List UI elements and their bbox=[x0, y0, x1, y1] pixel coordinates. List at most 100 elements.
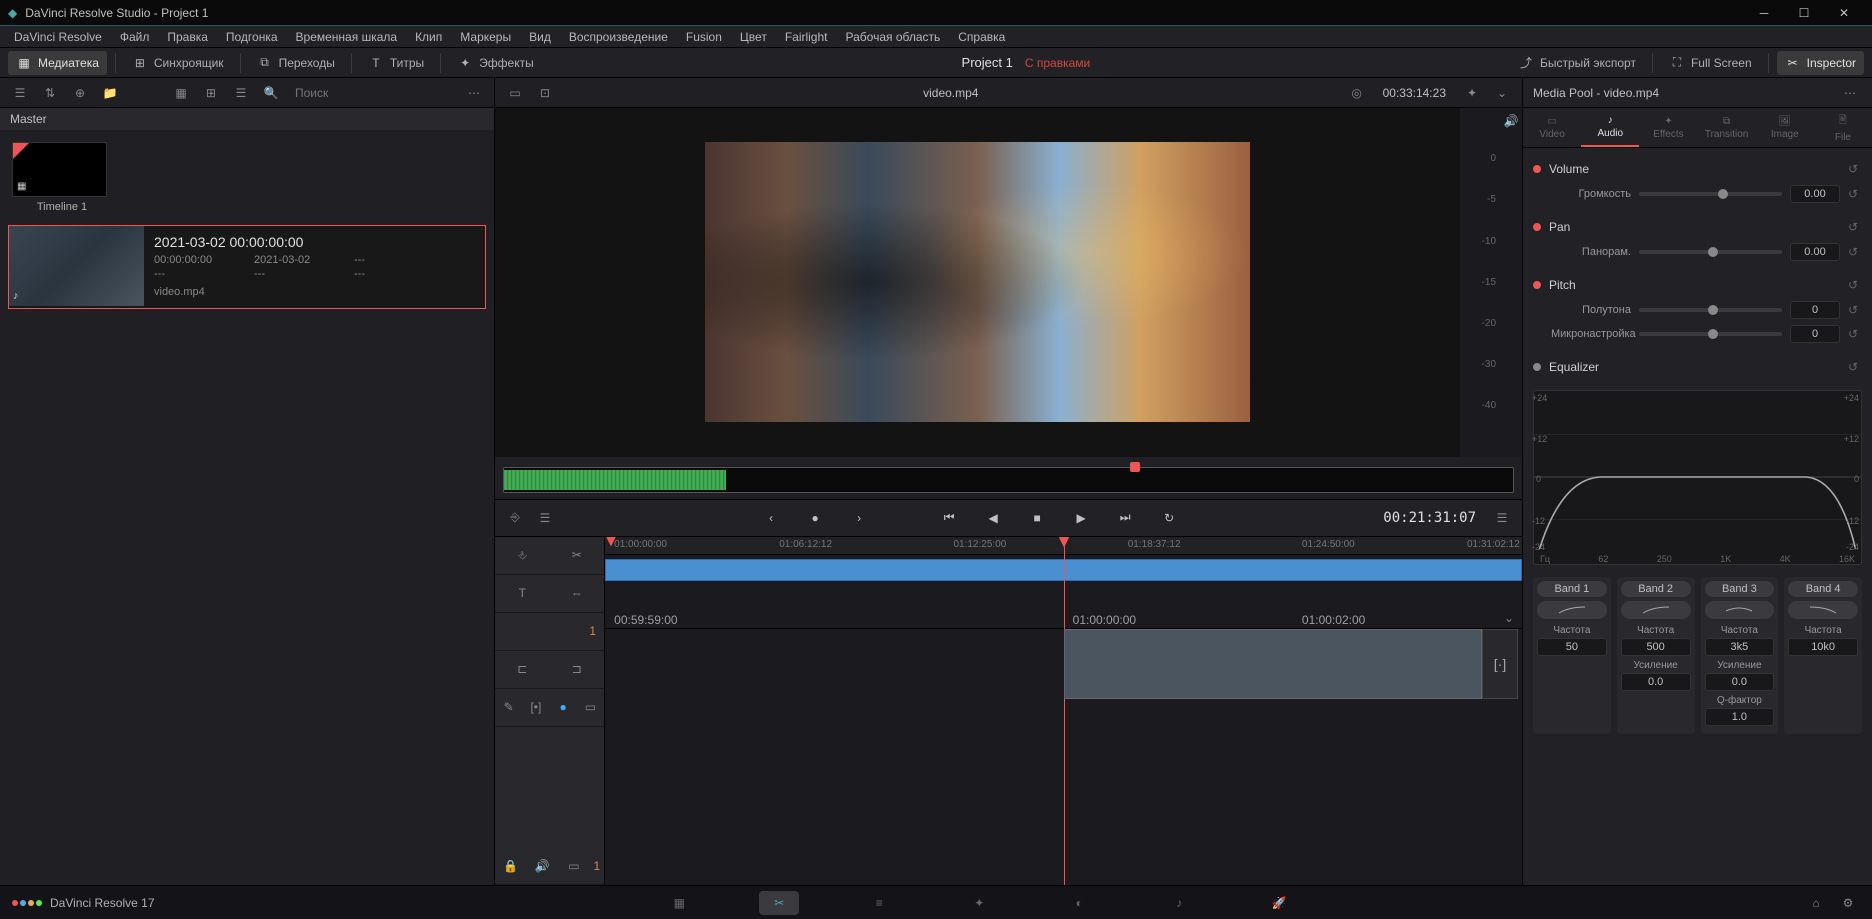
transport-menu-icon[interactable]: ☰ bbox=[1490, 506, 1514, 530]
eq-reset-icon[interactable]: ↺ bbox=[1848, 360, 1862, 374]
settings-gear-icon[interactable]: ⚙ bbox=[1836, 891, 1860, 915]
tab-image[interactable]: 🖼Image bbox=[1756, 108, 1814, 147]
sync-bin-button[interactable]: ⊞ Синхроящик bbox=[124, 51, 232, 75]
pan-value-reset-icon[interactable]: ↺ bbox=[1848, 245, 1862, 259]
menu-edit[interactable]: Правка bbox=[159, 28, 216, 46]
semitone-slider[interactable] bbox=[1639, 308, 1782, 312]
band3-freq[interactable]: 3k5 bbox=[1705, 638, 1775, 656]
page-media[interactable]: ▦ bbox=[659, 891, 699, 915]
menu-timeline[interactable]: Временная шкала bbox=[288, 28, 406, 46]
play-button[interactable]: ▶ bbox=[1067, 504, 1095, 532]
band1-shape-select[interactable] bbox=[1537, 601, 1607, 619]
viewer-mode-icon[interactable]: ▭ bbox=[503, 81, 527, 105]
clip-item[interactable]: ♪ 2021-03-02 00:00:00:00 00:00:00:00 202… bbox=[8, 225, 486, 309]
viewer-zoom-icon[interactable]: ⊡ bbox=[533, 81, 557, 105]
marker-tool-icon[interactable]: ✎ bbox=[497, 695, 521, 719]
eq-enable-dot[interactable] bbox=[1533, 363, 1541, 371]
band3-title[interactable]: Band 3 bbox=[1705, 581, 1775, 597]
timeline-clip[interactable] bbox=[1064, 629, 1483, 699]
pitch-enable-dot[interactable] bbox=[1533, 281, 1541, 289]
page-fusion[interactable]: ✦ bbox=[959, 891, 999, 915]
tab-video[interactable]: ▭Video bbox=[1523, 108, 1581, 147]
menu-playback[interactable]: Воспроизведение bbox=[561, 28, 676, 46]
thumbnail-view-icon[interactable]: ▦ bbox=[169, 81, 193, 105]
home-icon[interactable]: ⌂ bbox=[1804, 891, 1828, 915]
close-button[interactable]: ✕ bbox=[1824, 0, 1864, 26]
list-view-icon[interactable]: ☰ bbox=[8, 81, 32, 105]
expand-icon[interactable]: ⌄ bbox=[1504, 611, 1514, 625]
menu-davinci[interactable]: DaVinci Resolve bbox=[6, 28, 110, 46]
pan-reset-icon[interactable]: ↺ bbox=[1848, 220, 1862, 234]
band2-shape-select[interactable] bbox=[1621, 601, 1691, 619]
text-tool-icon[interactable]: T bbox=[510, 581, 534, 605]
smart-insert-icon[interactable]: ⎀ bbox=[510, 543, 534, 567]
goto-start-button[interactable]: ⏮ bbox=[935, 504, 963, 532]
band3-q[interactable]: 1.0 bbox=[1705, 708, 1775, 726]
micro-slider[interactable] bbox=[1639, 332, 1782, 336]
tab-effects[interactable]: ✦Effects bbox=[1639, 108, 1697, 147]
band2-freq[interactable]: 500 bbox=[1621, 638, 1691, 656]
page-edit[interactable]: ≡ bbox=[859, 891, 899, 915]
menu-view[interactable]: Вид bbox=[521, 28, 559, 46]
monitor-icon[interactable]: ▭ bbox=[562, 854, 586, 878]
record-icon[interactable]: ▭ bbox=[578, 695, 602, 719]
menu-workspace[interactable]: Рабочая область bbox=[838, 28, 949, 46]
tab-audio[interactable]: ♪Audio bbox=[1581, 108, 1639, 147]
band2-gain[interactable]: 0.0 bbox=[1621, 673, 1691, 691]
link-icon[interactable]: ⊐ bbox=[565, 657, 589, 681]
band4-freq[interactable]: 10k0 bbox=[1788, 638, 1858, 656]
options-icon[interactable]: ⋯ bbox=[462, 81, 486, 105]
safe-area-icon[interactable]: ◎ bbox=[1345, 81, 1369, 105]
page-cut[interactable]: ✂ bbox=[759, 891, 799, 915]
semitone-value[interactable] bbox=[1790, 301, 1840, 319]
playhead[interactable] bbox=[1064, 537, 1065, 886]
stop-button[interactable]: ■ bbox=[1023, 504, 1051, 532]
titles-button[interactable]: T Титры bbox=[360, 51, 432, 75]
import-icon[interactable]: ⊕ bbox=[68, 81, 92, 105]
loudness-value[interactable] bbox=[1790, 185, 1840, 203]
clip-transition-icon[interactable]: [·] bbox=[1482, 629, 1518, 699]
effects-button[interactable]: ✦ Эффекты bbox=[449, 51, 542, 75]
nav-right-icon[interactable]: › bbox=[845, 504, 873, 532]
viewer-canvas[interactable] bbox=[495, 108, 1460, 457]
pan-slider[interactable] bbox=[1639, 250, 1782, 254]
band3-shape-select[interactable] bbox=[1705, 601, 1775, 619]
nav-left-icon[interactable]: ‹ bbox=[757, 504, 785, 532]
page-color[interactable]: ◐ bbox=[1059, 891, 1099, 915]
band4-shape-select[interactable] bbox=[1788, 601, 1858, 619]
micro-value[interactable] bbox=[1790, 325, 1840, 343]
volume-enable-dot[interactable] bbox=[1533, 165, 1541, 173]
speaker-icon[interactable]: 🔊 bbox=[1504, 114, 1519, 128]
mute-icon[interactable]: 🔊 bbox=[530, 854, 554, 878]
pan-enable-dot[interactable] bbox=[1533, 223, 1541, 231]
lock-icon[interactable]: 🔒 bbox=[499, 854, 523, 878]
band3-gain[interactable]: 0.0 bbox=[1705, 673, 1775, 691]
tool-split-icon[interactable]: ⎆ bbox=[503, 506, 527, 530]
micro-reset-icon[interactable]: ↺ bbox=[1848, 327, 1862, 341]
band1-freq[interactable]: 50 bbox=[1537, 638, 1607, 656]
arrow-tool-icon[interactable]: ⇔ bbox=[565, 581, 589, 605]
loudness-slider[interactable] bbox=[1639, 192, 1782, 196]
search-input[interactable] bbox=[289, 86, 456, 100]
tab-transition[interactable]: ⧉Transition bbox=[1698, 108, 1756, 147]
scissors-icon[interactable]: ✂ bbox=[565, 543, 589, 567]
transitions-button[interactable]: ⧉ Переходы bbox=[249, 51, 343, 75]
menu-file[interactable]: Файл bbox=[112, 28, 158, 46]
folder-icon[interactable]: 📁 bbox=[98, 81, 122, 105]
page-deliver[interactable]: 🚀 bbox=[1259, 891, 1299, 915]
tab-file[interactable]: 🗎File bbox=[1814, 108, 1872, 147]
snap-icon[interactable]: ⊏ bbox=[510, 657, 534, 681]
goto-end-button[interactable]: ⏭ bbox=[1111, 504, 1139, 532]
grid-view-icon[interactable]: ⊞ bbox=[199, 81, 223, 105]
timeline-item[interactable]: ▦ Timeline 1 bbox=[12, 142, 112, 213]
pan-value[interactable] bbox=[1790, 243, 1840, 261]
master-bin[interactable]: Master bbox=[0, 108, 494, 130]
timeline-tracks[interactable]: 01:00:00:00 01:06:12:12 01:12:25:00 01:1… bbox=[605, 537, 1522, 886]
pitch-reset-icon[interactable]: ↺ bbox=[1848, 278, 1862, 292]
mini-playhead[interactable] bbox=[1130, 462, 1140, 472]
eq-graph[interactable]: +24 +24 +12 +12 0 0 -12 -12 -24 -24 Гц bbox=[1533, 390, 1862, 565]
inspector-button[interactable]: ✂ Inspector bbox=[1777, 51, 1864, 75]
menu-trim[interactable]: Подгонка bbox=[218, 28, 286, 46]
prev-frame-button[interactable]: ◀ bbox=[979, 504, 1007, 532]
band1-title[interactable]: Band 1 bbox=[1537, 581, 1607, 597]
